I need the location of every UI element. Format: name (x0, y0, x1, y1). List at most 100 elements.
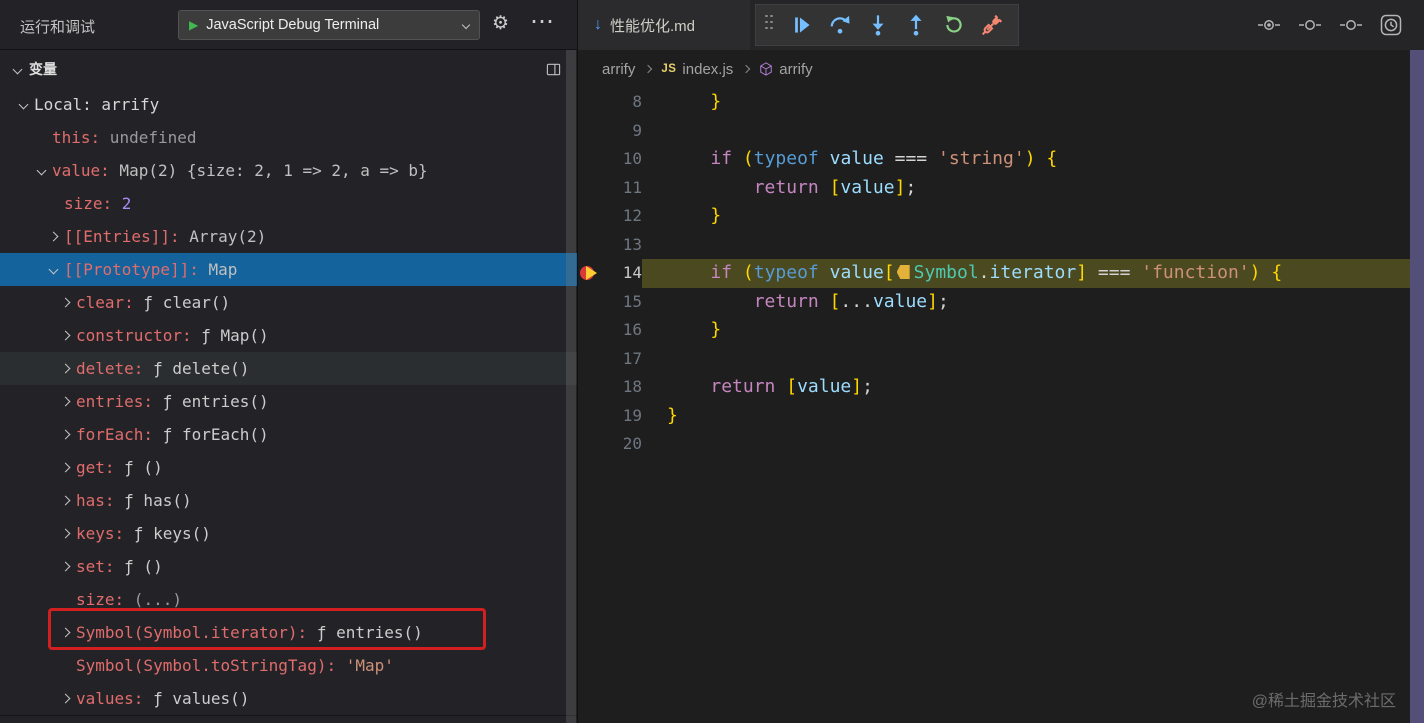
chevron-right-icon[interactable] (60, 462, 70, 473)
code-token: [ (829, 290, 841, 312)
code-line-16[interactable]: 16 } (578, 316, 1424, 345)
open-panel-icon[interactable] (546, 62, 561, 77)
chevron-down-icon[interactable] (48, 264, 58, 275)
code-line-8[interactable]: 8 } (578, 88, 1424, 117)
chevron-right-icon[interactable] (60, 495, 70, 506)
glyph-margin[interactable] (578, 202, 602, 231)
variable-value: ƒ keys() (124, 524, 211, 543)
variable-row[interactable]: get: ƒ () (0, 451, 577, 484)
chevron-right-icon[interactable] (60, 627, 70, 638)
tab-performance-md[interactable]: ↓ 性能优化.md (578, 0, 750, 50)
code-line-11[interactable]: 11 return [value]; (578, 174, 1424, 203)
breadcrumb-file[interactable]: JS index.js (661, 61, 733, 78)
variable-row[interactable]: values: ƒ values() (0, 682, 577, 715)
continue-button[interactable] (784, 7, 820, 43)
line-number: 8 (632, 92, 642, 111)
circle-dash-icon-3[interactable] (1339, 17, 1363, 33)
variable-row[interactable]: delete: ƒ delete() (0, 352, 577, 385)
variable-row[interactable]: Symbol(Symbol.toStringTag): 'Map' (0, 649, 577, 682)
code-line-19[interactable]: 19} (578, 402, 1424, 431)
glyph-margin[interactable] (578, 373, 602, 402)
chevron-right-icon[interactable] (60, 693, 70, 704)
step-into-button[interactable] (860, 7, 896, 43)
variable-row[interactable]: forEach: ƒ forEach() (0, 418, 577, 451)
editor-scrollbar[interactable] (1410, 50, 1424, 723)
variable-row[interactable]: constructor: ƒ Map() (0, 319, 577, 352)
line-number: 11 (622, 177, 642, 197)
variable-row[interactable]: this: undefined (0, 121, 577, 154)
variable-row[interactable]: keys: ƒ keys() (0, 517, 577, 550)
glyph-margin[interactable] (578, 117, 602, 146)
step-over-button[interactable] (822, 7, 858, 43)
code-line-14[interactable]: 14 if (typeof value[Symbol.iterator] ===… (578, 259, 1424, 288)
chevron-right-icon[interactable] (60, 330, 70, 341)
variable-row[interactable]: Symbol(Symbol.iterator): ƒ entries() (0, 616, 577, 649)
chevron-down-icon[interactable] (36, 165, 46, 176)
code-line-20[interactable]: 20 (578, 430, 1424, 459)
glyph-margin[interactable] (578, 88, 602, 117)
variable-row[interactable]: Local: arrify (0, 88, 577, 121)
code-line-9[interactable]: 9 (578, 117, 1424, 146)
variable-value: ƒ forEach() (153, 425, 269, 444)
variable-row[interactable]: size: (...) (0, 583, 577, 616)
chevron-right-icon[interactable] (60, 528, 70, 539)
circle-dash-icon-1[interactable] (1257, 17, 1281, 33)
line-content: } (642, 402, 1424, 431)
variable-row[interactable]: [[Entries]]: Array(2) (0, 220, 577, 253)
variable-row[interactable]: has: ƒ has() (0, 484, 577, 517)
variable-value: (...) (124, 590, 182, 609)
code-token: [ (883, 262, 895, 283)
glyph-margin[interactable] (578, 145, 602, 174)
glyph-margin[interactable] (578, 316, 602, 345)
circle-dash-icon-2[interactable] (1298, 17, 1322, 33)
variable-value: Local: arrify (34, 95, 160, 114)
vscode-window: 运行和调试 ▶ JavaScript Debug Terminal ⚙ ⋯ 变量… (0, 0, 1424, 723)
variables-section-header[interactable]: 变量 (0, 50, 577, 88)
glyph-margin[interactable] (578, 288, 602, 317)
javascript-file-icon: JS (661, 63, 677, 75)
variable-row[interactable]: clear: ƒ clear() (0, 286, 577, 319)
drag-handle-icon[interactable] (764, 13, 778, 37)
step-out-button[interactable] (898, 7, 934, 43)
clock-icon[interactable] (1380, 14, 1402, 36)
chevron-down-icon[interactable] (18, 99, 28, 110)
glyph-margin[interactable] (578, 430, 602, 459)
gear-icon[interactable]: ⚙ (492, 12, 509, 35)
code-line-18[interactable]: 18 return [value]; (578, 373, 1424, 402)
disconnect-button[interactable] (974, 7, 1010, 43)
code-line-15[interactable]: 15 return [...value]; (578, 288, 1424, 317)
chevron-right-icon[interactable] (60, 561, 70, 572)
chevron-right-icon[interactable] (60, 297, 70, 308)
breadcrumb-symbol[interactable]: arrify (759, 61, 813, 78)
glyph-margin[interactable] (578, 174, 602, 203)
variable-row[interactable]: size: 2 (0, 187, 577, 220)
code-line-17[interactable]: 17 (578, 345, 1424, 374)
watch-section-header[interactable]: 监视 (0, 715, 577, 723)
variable-value: ƒ () (114, 458, 163, 477)
glyph-margin[interactable] (578, 259, 602, 288)
variable-row[interactable]: set: ƒ () (0, 550, 577, 583)
code-line-10[interactable]: 10 if (typeof value === 'string') { (578, 145, 1424, 174)
variable-value: Map(2) {size: 2, 1 => 2, a => b} (109, 161, 428, 180)
code-line-12[interactable]: 12 } (578, 202, 1424, 231)
code-token: } (710, 91, 722, 112)
variable-row[interactable]: [[Prototype]]: Map (0, 253, 577, 286)
chevron-right-icon[interactable] (60, 396, 70, 407)
chevron-right-icon[interactable] (60, 363, 70, 374)
inline-breakpoint-icon[interactable] (896, 265, 910, 279)
chevron-right-icon[interactable] (48, 231, 58, 242)
code-editor[interactable]: 8 } 9 10 if (typeof value === 'string') {1… (578, 88, 1424, 723)
code-line-13[interactable]: 13 (578, 231, 1424, 260)
glyph-margin[interactable] (578, 345, 602, 374)
chevron-right-icon[interactable] (60, 429, 70, 440)
glyph-margin[interactable] (578, 231, 602, 260)
variable-row[interactable]: value: Map(2) {size: 2, 1 => 2, a => b} (0, 154, 577, 187)
glyph-margin[interactable] (578, 402, 602, 431)
variable-row[interactable]: entries: ƒ entries() (0, 385, 577, 418)
restart-button[interactable] (936, 7, 972, 43)
sidebar-scrollbar[interactable] (566, 50, 576, 723)
debug-config-dropdown[interactable]: ▶ JavaScript Debug Terminal (178, 10, 480, 40)
breadcrumb-folder[interactable]: arrify (602, 61, 635, 78)
more-actions-icon[interactable]: ⋯ (530, 7, 554, 36)
